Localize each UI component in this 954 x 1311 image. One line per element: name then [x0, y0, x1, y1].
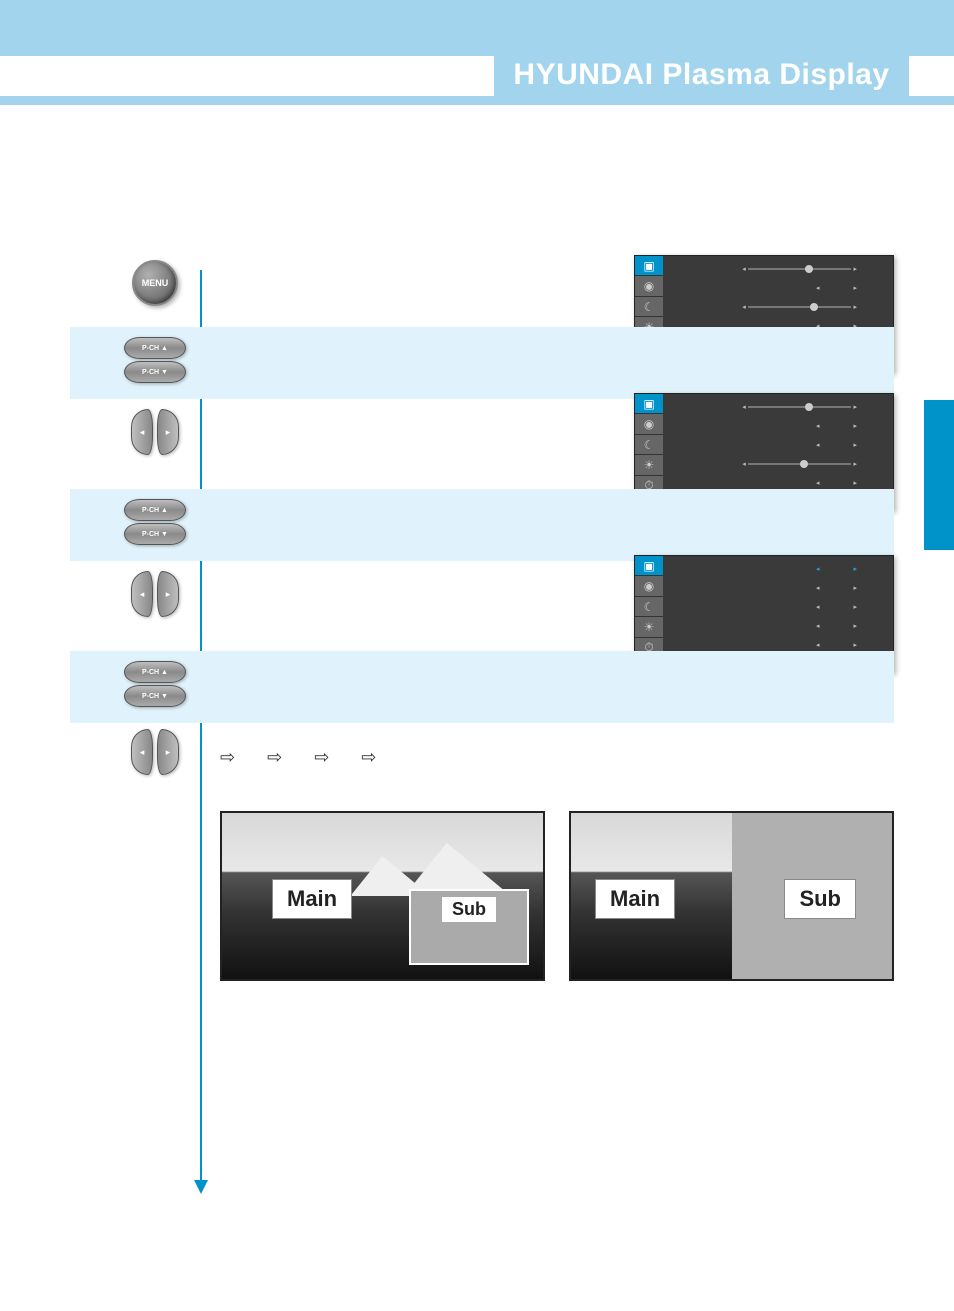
osd-row[interactable]: ◂▸	[669, 417, 887, 436]
sub-label: Sub	[442, 897, 496, 922]
osd-row[interactable]: ◂▸	[669, 436, 887, 455]
step-menu: MENU ▣ ◉ ☾ ☀ ⏱ ◂▸ ◂▸ ◂▸ ◂▸ ◂▸	[70, 255, 894, 327]
lr-buttons: ◂ ▸	[115, 729, 195, 775]
flow-arrow-icon	[194, 1180, 208, 1194]
main-label: Main	[595, 879, 675, 919]
left-button[interactable]: ◂	[131, 729, 153, 775]
osd-icon[interactable]: ◉	[635, 576, 663, 596]
osd-icon[interactable]: ◉	[635, 276, 663, 296]
step-pch-3: P-CH ▲ P-CH ▼	[70, 651, 894, 723]
step-lr-1: ◂ ▸ ▣ ◉ ☾ ☀ ⏱ ◂▸ ◂▸ ◂▸ ◂▸ ◂▸	[70, 399, 894, 489]
osd-icon[interactable]: ☾	[635, 297, 663, 317]
lr-buttons: ◂ ▸	[115, 409, 195, 455]
step-lr-2: ◂ ▸ ▣ ◉ ☾ ☀ ⏱ ◂▸ ◂▸ ◂▸ ◂▸ ◂▸	[70, 561, 894, 651]
sequence-arrow-icon: ⇨	[314, 747, 329, 768]
header-banner: HYUNDAI Plasma Display	[0, 0, 954, 105]
preview-row: Main Sub Main Sub	[220, 811, 894, 981]
pch-down-button[interactable]: P-CH ▼	[124, 685, 186, 707]
step-lr-sequence: ◂ ▸ ⇨ ⇨ ⇨ ⇨	[70, 723, 894, 791]
pch-buttons: P-CH ▲ P-CH ▼	[115, 499, 195, 545]
pch-buttons: P-CH ▲ P-CH ▼	[115, 337, 195, 383]
osd-body: ▣ ◉ ☾ ☀ ⏱ ◂▸ ◂▸ ◂▸ ◂▸ ◂▸	[635, 394, 893, 496]
osd-icon[interactable]: ☾	[635, 597, 663, 617]
sequence-arrow-icon: ⇨	[220, 747, 235, 768]
right-button[interactable]: ▸	[157, 729, 179, 775]
pip-sub-window: Sub	[409, 889, 529, 965]
osd-icon[interactable]: ▣	[635, 394, 663, 414]
pch-down-button[interactable]: P-CH ▼	[124, 361, 186, 383]
pch-up-button[interactable]: P-CH ▲	[124, 337, 186, 359]
main-label: Main	[272, 879, 352, 919]
sub-label: Sub	[784, 879, 856, 919]
sequence-arrows: ⇨ ⇨ ⇨ ⇨	[220, 737, 894, 777]
osd-row[interactable]: ◂▸	[669, 598, 887, 617]
right-button[interactable]: ▸	[157, 409, 179, 455]
osd-row[interactable]: ◂▸	[669, 279, 887, 298]
osd-rows: ◂▸ ◂▸ ◂▸ ◂▸ ◂▸	[663, 556, 893, 658]
osd-rows: ◂▸ ◂▸ ◂▸ ◂▸ ◂▸	[663, 394, 893, 496]
osd-icon[interactable]: ▣	[635, 556, 663, 576]
lr-buttons: ◂ ▸	[115, 571, 195, 617]
osd-row[interactable]: ◂▸	[669, 454, 887, 473]
osd-icon-column: ▣ ◉ ☾ ☀ ⏱	[635, 556, 663, 658]
pch-down-button[interactable]: P-CH ▼	[124, 523, 186, 545]
left-button[interactable]: ◂	[131, 571, 153, 617]
preview-split: Main Sub	[569, 811, 894, 981]
section-side-tab	[924, 400, 954, 550]
osd-row[interactable]: ◂▸	[669, 579, 887, 598]
right-button[interactable]: ▸	[157, 571, 179, 617]
osd-row[interactable]: ◂▸	[669, 560, 887, 579]
left-button[interactable]: ◂	[131, 409, 153, 455]
osd-icon-column: ▣ ◉ ☾ ☀ ⏱	[635, 394, 663, 496]
osd-row[interactable]: ◂▸	[669, 616, 887, 635]
osd-icon[interactable]: ☀	[635, 455, 663, 475]
step-pch-2: P-CH ▲ P-CH ▼	[70, 489, 894, 561]
menu-button[interactable]: MENU	[132, 260, 178, 306]
menu-button-wrap: MENU	[115, 260, 195, 306]
pch-buttons: P-CH ▲ P-CH ▼	[115, 661, 195, 707]
brand-title: HYUNDAI Plasma Display	[494, 46, 909, 104]
osd-icon[interactable]: ▣	[635, 256, 663, 276]
preview-pip: Main Sub	[220, 811, 545, 981]
sequence-arrow-icon: ⇨	[267, 747, 282, 768]
content-area: MENU ▣ ◉ ☾ ☀ ⏱ ◂▸ ◂▸ ◂▸ ◂▸ ◂▸	[70, 255, 894, 981]
pch-up-button[interactable]: P-CH ▲	[124, 499, 186, 521]
step-pch-1: P-CH ▲ P-CH ▼	[70, 327, 894, 399]
sequence-arrow-icon: ⇨	[361, 747, 376, 768]
osd-row[interactable]: ◂▸	[669, 298, 887, 317]
osd-icon[interactable]: ◉	[635, 414, 663, 434]
osd-body: ▣ ◉ ☾ ☀ ⏱ ◂▸ ◂▸ ◂▸ ◂▸ ◂▸	[635, 556, 893, 658]
osd-row[interactable]: ◂▸	[669, 398, 887, 417]
pch-up-button[interactable]: P-CH ▲	[124, 661, 186, 683]
osd-icon[interactable]: ☀	[635, 617, 663, 637]
osd-icon[interactable]: ☾	[635, 435, 663, 455]
osd-row[interactable]: ◂▸	[669, 260, 887, 279]
